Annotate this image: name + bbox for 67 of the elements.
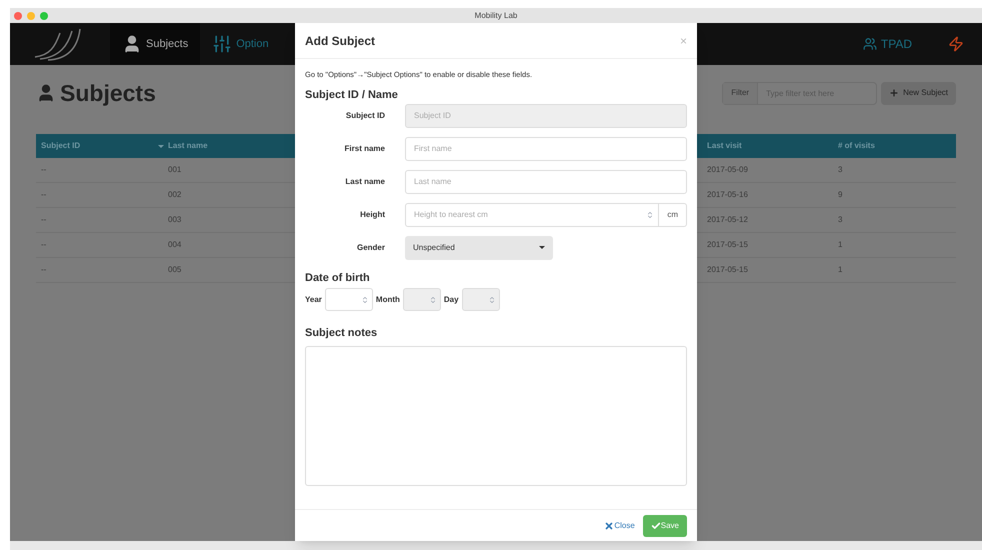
table-cell: -- (41, 190, 46, 199)
minimize-window-icon[interactable] (27, 12, 35, 20)
spinner-icon[interactable] (360, 294, 369, 305)
table-cell: 3 (838, 215, 842, 224)
save-button[interactable]: Save (642, 514, 687, 536)
section-heading: Date of birth (305, 270, 371, 286)
table-cell: 1 (838, 240, 842, 249)
column-header[interactable]: Last name (168, 134, 300, 158)
text-field[interactable]: Last name (405, 170, 687, 194)
table-cell: -- (41, 240, 46, 249)
filter-label: Filter (723, 82, 758, 104)
check-icon (650, 520, 661, 530)
close-button[interactable]: Close (604, 520, 635, 532)
field-label: First name (344, 142, 385, 155)
nav-tab[interactable]: Subjects (110, 23, 200, 65)
table-cell: -- (41, 165, 46, 174)
date-part-label: Day (444, 294, 459, 306)
zoom-window-icon[interactable] (40, 12, 48, 20)
table-cell: 9 (838, 190, 842, 199)
column-header[interactable]: Subject ID (36, 134, 168, 158)
table-cell: 1 (838, 265, 842, 274)
notes-field[interactable] (305, 346, 687, 486)
sort-caret-icon (158, 144, 164, 148)
column-header[interactable]: Last visit (707, 134, 838, 158)
close-button[interactable]: × (680, 32, 687, 50)
table-cell: 002 (168, 190, 182, 199)
table-cell: 003 (168, 215, 182, 224)
table-cell: 2017-05-16 (707, 190, 748, 199)
date-part-label: Year (305, 294, 322, 306)
section-heading: Subject notes (305, 326, 378, 342)
table-cell: 2017-05-15 (707, 240, 748, 249)
field-label: Subject ID (344, 110, 385, 122)
field-label: Last name (344, 176, 385, 188)
page-title: Subjects (60, 78, 156, 108)
spinner-icon[interactable] (646, 210, 654, 220)
close-window-icon[interactable] (14, 12, 22, 20)
window-title: Mobility Lab (474, 10, 518, 22)
table-cell: 2017-05-09 (707, 165, 748, 174)
dialog-title: Add Subject (305, 32, 376, 50)
table-cell: 3 (838, 165, 842, 174)
users-icon (862, 37, 877, 51)
date-part-label: Month (376, 294, 400, 306)
table-cell: 2017-05-12 (707, 215, 748, 224)
new-subject-button[interactable]: New Subject (881, 82, 956, 104)
caret-icon (539, 246, 545, 250)
sliders-icon (212, 34, 232, 54)
height-field[interactable]: Height to nearest cm (406, 204, 642, 226)
lightning-icon[interactable] (948, 34, 964, 54)
plus-icon (889, 88, 900, 98)
gender-dropdown[interactable]: Unspecified (405, 236, 553, 260)
table-cell: -- (41, 265, 46, 274)
table-cell: 004 (168, 240, 182, 249)
field-label: Gender (356, 242, 385, 254)
table-cell: 001 (168, 165, 182, 174)
table-cell: 2017-05-15 (707, 265, 748, 274)
height-input-group[interactable]: Height to nearest cm cm (405, 202, 687, 227)
close-icon (604, 520, 614, 530)
table-cell: 005 (168, 265, 182, 274)
unit-label: cm (658, 204, 686, 226)
date-part-field[interactable] (324, 288, 373, 312)
column-header[interactable]: # of visits (838, 134, 956, 158)
user-group-link[interactable]: TPAD (862, 23, 912, 65)
section-heading: Subject ID / Name (305, 88, 399, 104)
table-cell: -- (41, 215, 46, 224)
nav-tab[interactable]: Option (200, 23, 281, 65)
field-label: Height (359, 208, 385, 221)
text-field[interactable]: First name (405, 136, 687, 161)
